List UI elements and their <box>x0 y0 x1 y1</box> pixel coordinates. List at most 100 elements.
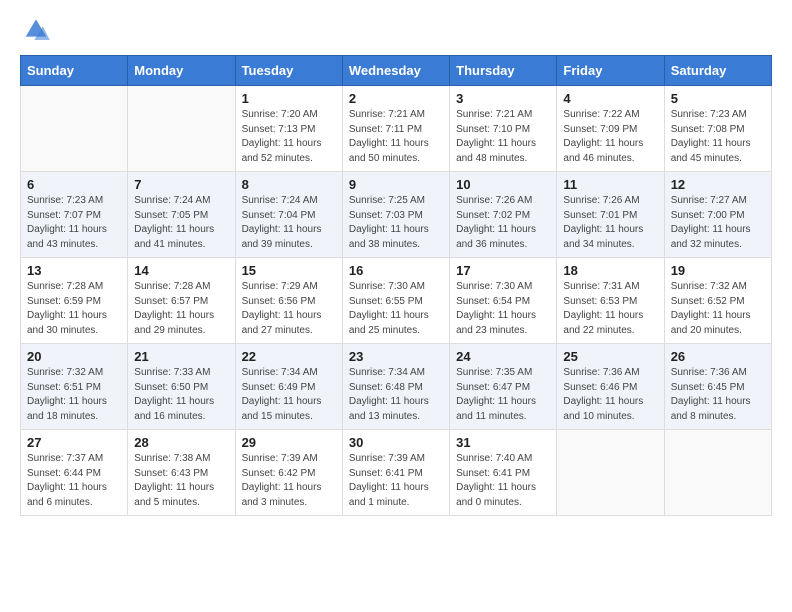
day-number: 4 <box>563 91 657 106</box>
day-number: 2 <box>349 91 443 106</box>
day-number: 26 <box>671 349 765 364</box>
day-number: 15 <box>242 263 336 278</box>
day-info: Sunrise: 7:39 AMSunset: 6:42 PMDaylight:… <box>242 452 336 510</box>
day-number: 25 <box>563 349 657 364</box>
day-info: Sunrise: 7:31 AMSunset: 6:53 PMDaylight:… <box>563 280 657 338</box>
day-number: 23 <box>349 349 443 364</box>
day-info: Sunrise: 7:32 AMSunset: 6:52 PMDaylight:… <box>671 280 765 338</box>
calendar-cell: 6Sunrise: 7:23 AMSunset: 7:07 PMDaylight… <box>21 172 128 258</box>
calendar-cell: 24 Sunrise: 7:35 AMSunset: 6:47 PMDayligh… <box>450 344 557 430</box>
calendar-cell: 19Sunrise: 7:32 AMSunset: 6:52 PMDayligh… <box>664 258 771 344</box>
day-info: Sunrise: 7:40 AMSunset: 6:41 PMDaylight:… <box>456 452 550 510</box>
calendar: SundayMondayTuesdayWednesdayThursdayFrid… <box>20 55 772 516</box>
day-info: Sunrise: 7:36 AMSunset: 6:45 PMDaylight:… <box>671 366 765 424</box>
calendar-cell <box>664 430 771 516</box>
calendar-cell <box>128 86 235 172</box>
day-info: Sunrise: 7:33 AMSunset: 6:50 PMDaylight:… <box>134 366 228 424</box>
calendar-cell: 10 Sunrise: 7:26 AMSunset: 7:02 PMDayligh… <box>450 172 557 258</box>
day-info: Sunrise: 7:26 AMSunset: 7:01 PMDaylight:… <box>563 194 657 252</box>
day-number: 1 <box>242 91 336 106</box>
day-info: Sunrise: 7:32 AMSunset: 6:51 PMDaylight:… <box>27 366 121 424</box>
calendar-cell: 22 Sunrise: 7:34 AMSunset: 6:49 PMDayligh… <box>235 344 342 430</box>
day-number: 3 <box>456 91 550 106</box>
logo-icon <box>22 16 50 40</box>
day-info: Sunrise: 7:29 AMSunset: 6:56 PMDaylight:… <box>242 280 336 338</box>
calendar-cell: 21 Sunrise: 7:33 AMSunset: 6:50 PMDayligh… <box>128 344 235 430</box>
day-number: 17 <box>456 263 550 278</box>
day-info: Sunrise: 7:21 AMSunset: 7:11 PMDaylight:… <box>349 108 443 166</box>
calendar-cell: 25 Sunrise: 7:36 AMSunset: 6:46 PMDayligh… <box>557 344 664 430</box>
day-info: Sunrise: 7:22 AMSunset: 7:09 PMDaylight:… <box>563 108 657 166</box>
day-number: 8 <box>242 177 336 192</box>
day-info: Sunrise: 7:26 AMSunset: 7:02 PMDaylight:… <box>456 194 550 252</box>
calendar-cell: 5 Sunrise: 7:23 AMSunset: 7:08 PMDaylight… <box>664 86 771 172</box>
day-number: 20 <box>27 349 121 364</box>
day-info: Sunrise: 7:27 AMSunset: 7:00 PMDaylight:… <box>671 194 765 252</box>
day-number: 29 <box>242 435 336 450</box>
day-number: 11 <box>563 177 657 192</box>
day-number: 24 <box>456 349 550 364</box>
day-of-week-header: Tuesday <box>235 56 342 86</box>
calendar-cell: 12 Sunrise: 7:27 AMSunset: 7:00 PMDayligh… <box>664 172 771 258</box>
calendar-cell: 14 Sunrise: 7:28 AMSunset: 6:57 PMDayligh… <box>128 258 235 344</box>
day-number: 30 <box>349 435 443 450</box>
day-number: 10 <box>456 177 550 192</box>
calendar-cell: 3 Sunrise: 7:21 AMSunset: 7:10 PMDaylight… <box>450 86 557 172</box>
day-number: 14 <box>134 263 228 278</box>
day-info: Sunrise: 7:23 AMSunset: 7:08 PMDaylight:… <box>671 108 765 166</box>
day-info: Sunrise: 7:36 AMSunset: 6:46 PMDaylight:… <box>563 366 657 424</box>
calendar-cell: 13 Sunrise: 7:28 AMSunset: 6:59 PMDayligh… <box>21 258 128 344</box>
day-number: 9 <box>349 177 443 192</box>
header <box>20 16 772 45</box>
day-of-week-header: Friday <box>557 56 664 86</box>
calendar-cell: 8 Sunrise: 7:24 AMSunset: 7:04 PMDaylight… <box>235 172 342 258</box>
day-number: 27 <box>27 435 121 450</box>
day-info: Sunrise: 7:21 AMSunset: 7:10 PMDaylight:… <box>456 108 550 166</box>
calendar-cell: 4 Sunrise: 7:22 AMSunset: 7:09 PMDaylight… <box>557 86 664 172</box>
day-info: Sunrise: 7:39 AMSunset: 6:41 PMDaylight:… <box>349 452 443 510</box>
day-of-week-header: Thursday <box>450 56 557 86</box>
calendar-cell: 18Sunrise: 7:31 AMSunset: 6:53 PMDayligh… <box>557 258 664 344</box>
day-info: Sunrise: 7:20 AMSunset: 7:13 PMDaylight:… <box>242 108 336 166</box>
calendar-cell: 28Sunrise: 7:38 AMSunset: 6:43 PMDayligh… <box>128 430 235 516</box>
day-number: 13 <box>27 263 121 278</box>
day-number: 22 <box>242 349 336 364</box>
day-info: Sunrise: 7:24 AMSunset: 7:04 PMDaylight:… <box>242 194 336 252</box>
day-info: Sunrise: 7:30 AMSunset: 6:55 PMDaylight:… <box>349 280 443 338</box>
calendar-cell: 7 Sunrise: 7:24 AMSunset: 7:05 PMDaylight… <box>128 172 235 258</box>
calendar-cell: 26 Sunrise: 7:36 AMSunset: 6:45 PMDayligh… <box>664 344 771 430</box>
day-info: Sunrise: 7:34 AMSunset: 6:48 PMDaylight:… <box>349 366 443 424</box>
calendar-cell: 30 Sunrise: 7:39 AMSunset: 6:41 PMDayligh… <box>342 430 449 516</box>
day-info: Sunrise: 7:25 AMSunset: 7:03 PMDaylight:… <box>349 194 443 252</box>
day-number: 28 <box>134 435 228 450</box>
day-of-week-header: Monday <box>128 56 235 86</box>
day-of-week-header: Saturday <box>664 56 771 86</box>
day-number: 5 <box>671 91 765 106</box>
day-info: Sunrise: 7:24 AMSunset: 7:05 PMDaylight:… <box>134 194 228 252</box>
day-number: 31 <box>456 435 550 450</box>
day-number: 7 <box>134 177 228 192</box>
calendar-cell: 15 Sunrise: 7:29 AMSunset: 6:56 PMDayligh… <box>235 258 342 344</box>
day-info: Sunrise: 7:30 AMSunset: 6:54 PMDaylight:… <box>456 280 550 338</box>
calendar-cell <box>557 430 664 516</box>
calendar-cell: 11 Sunrise: 7:26 AMSunset: 7:01 PMDayligh… <box>557 172 664 258</box>
day-number: 16 <box>349 263 443 278</box>
calendar-cell: 31 Sunrise: 7:40 AMSunset: 6:41 PMDayligh… <box>450 430 557 516</box>
calendar-cell: 17 Sunrise: 7:30 AMSunset: 6:54 PMDayligh… <box>450 258 557 344</box>
calendar-cell: 9 Sunrise: 7:25 AMSunset: 7:03 PMDaylight… <box>342 172 449 258</box>
calendar-cell: 20 Sunrise: 7:32 AMSunset: 6:51 PMDayligh… <box>21 344 128 430</box>
day-number: 12 <box>671 177 765 192</box>
day-number: 21 <box>134 349 228 364</box>
calendar-cell: 23 Sunrise: 7:34 AMSunset: 6:48 PMDayligh… <box>342 344 449 430</box>
calendar-cell: 2 Sunrise: 7:21 AMSunset: 7:11 PMDaylight… <box>342 86 449 172</box>
day-info: Sunrise: 7:35 AMSunset: 6:47 PMDaylight:… <box>456 366 550 424</box>
day-info: Sunrise: 7:34 AMSunset: 6:49 PMDaylight:… <box>242 366 336 424</box>
logo <box>20 16 50 45</box>
calendar-cell <box>21 86 128 172</box>
day-of-week-header: Sunday <box>21 56 128 86</box>
day-info: Sunrise: 7:28 AMSunset: 6:57 PMDaylight:… <box>134 280 228 338</box>
calendar-cell: 16 Sunrise: 7:30 AMSunset: 6:55 PMDayligh… <box>342 258 449 344</box>
day-info: Sunrise: 7:28 AMSunset: 6:59 PMDaylight:… <box>27 280 121 338</box>
calendar-cell: 27Sunrise: 7:37 AMSunset: 6:44 PMDayligh… <box>21 430 128 516</box>
day-info: Sunrise: 7:23 AMSunset: 7:07 PMDaylight:… <box>27 194 121 252</box>
